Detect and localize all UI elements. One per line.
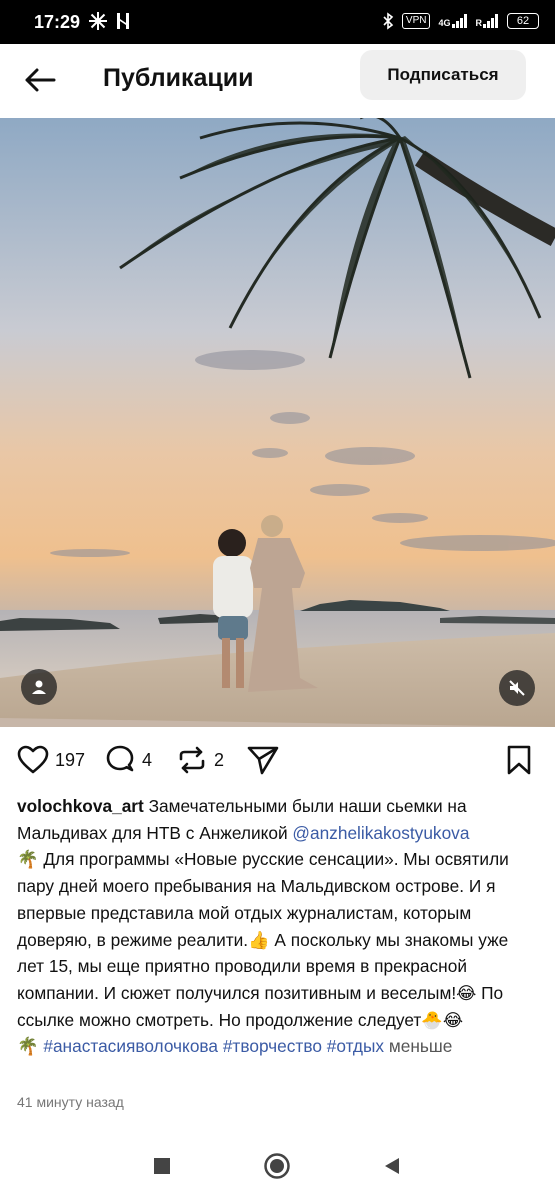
like-count: 197	[55, 749, 86, 770]
user-icon	[32, 680, 46, 694]
heart-icon	[17, 745, 49, 774]
bluetooth-icon	[383, 12, 394, 30]
send-icon	[247, 746, 279, 775]
hashtags[interactable]: #анастасияволочкова #творчество #отдых	[43, 1036, 384, 1056]
recent-apps-button[interactable]	[148, 1152, 176, 1180]
post-actions: 197 4 2	[0, 740, 555, 784]
post-photo[interactable]	[0, 118, 555, 727]
battery-indicator: 62	[507, 13, 539, 29]
status-bar: 17:29 VPN 4G R 62	[0, 0, 555, 44]
status-time: 17:29	[34, 12, 81, 32]
sunburst-icon	[89, 12, 107, 30]
subscribe-button[interactable]: Подписаться	[360, 50, 526, 100]
like-button[interactable]: 197	[17, 740, 85, 780]
repost-button[interactable]: 2	[176, 740, 224, 780]
comment-count: 4	[142, 749, 153, 770]
author-username[interactable]: volochkova_art	[17, 796, 144, 816]
cell-signal-roaming-icon: R	[476, 14, 500, 28]
home-circle-icon	[264, 1153, 290, 1179]
back-arrow-icon	[25, 68, 56, 92]
bookmark-icon	[507, 745, 531, 775]
vpn-badge: VPN	[401, 13, 431, 29]
tagged-users-button[interactable]	[21, 669, 57, 705]
home-button[interactable]	[263, 1152, 291, 1180]
mention-link[interactable]: @anzhelikakostyukova	[292, 823, 469, 843]
beach-sunset-image	[0, 118, 555, 727]
mute-button[interactable]	[499, 670, 535, 706]
cell-signal-4g-icon: 4G	[438, 14, 467, 28]
post-timestamp: 41 минуту назад	[17, 1094, 124, 1110]
comment-button[interactable]: 4	[104, 740, 152, 780]
comment-bubble-icon	[106, 745, 134, 772]
caption-text-body: 🌴 Для программы «Новые русские сенсации»…	[17, 849, 509, 1030]
square-icon	[154, 1158, 170, 1174]
repost-icon	[179, 746, 205, 774]
app-notification-icon	[117, 13, 129, 29]
share-button[interactable]	[246, 740, 280, 780]
repost-count: 2	[214, 749, 225, 770]
system-back-button[interactable]	[378, 1152, 406, 1180]
post-caption: volochkova_art Замечательными были наши …	[17, 793, 539, 1060]
show-less-link[interactable]: меньше	[384, 1036, 453, 1056]
system-nav-bar	[0, 1132, 555, 1200]
app-header: Публикации Подписаться	[0, 44, 555, 118]
triangle-back-icon	[385, 1158, 399, 1174]
caption-palm-emoji: 🌴	[17, 1036, 44, 1057]
speaker-muted-icon	[509, 680, 525, 696]
page-title: Публикации	[103, 64, 254, 92]
back-button[interactable]	[22, 62, 58, 98]
save-button[interactable]	[505, 740, 533, 780]
